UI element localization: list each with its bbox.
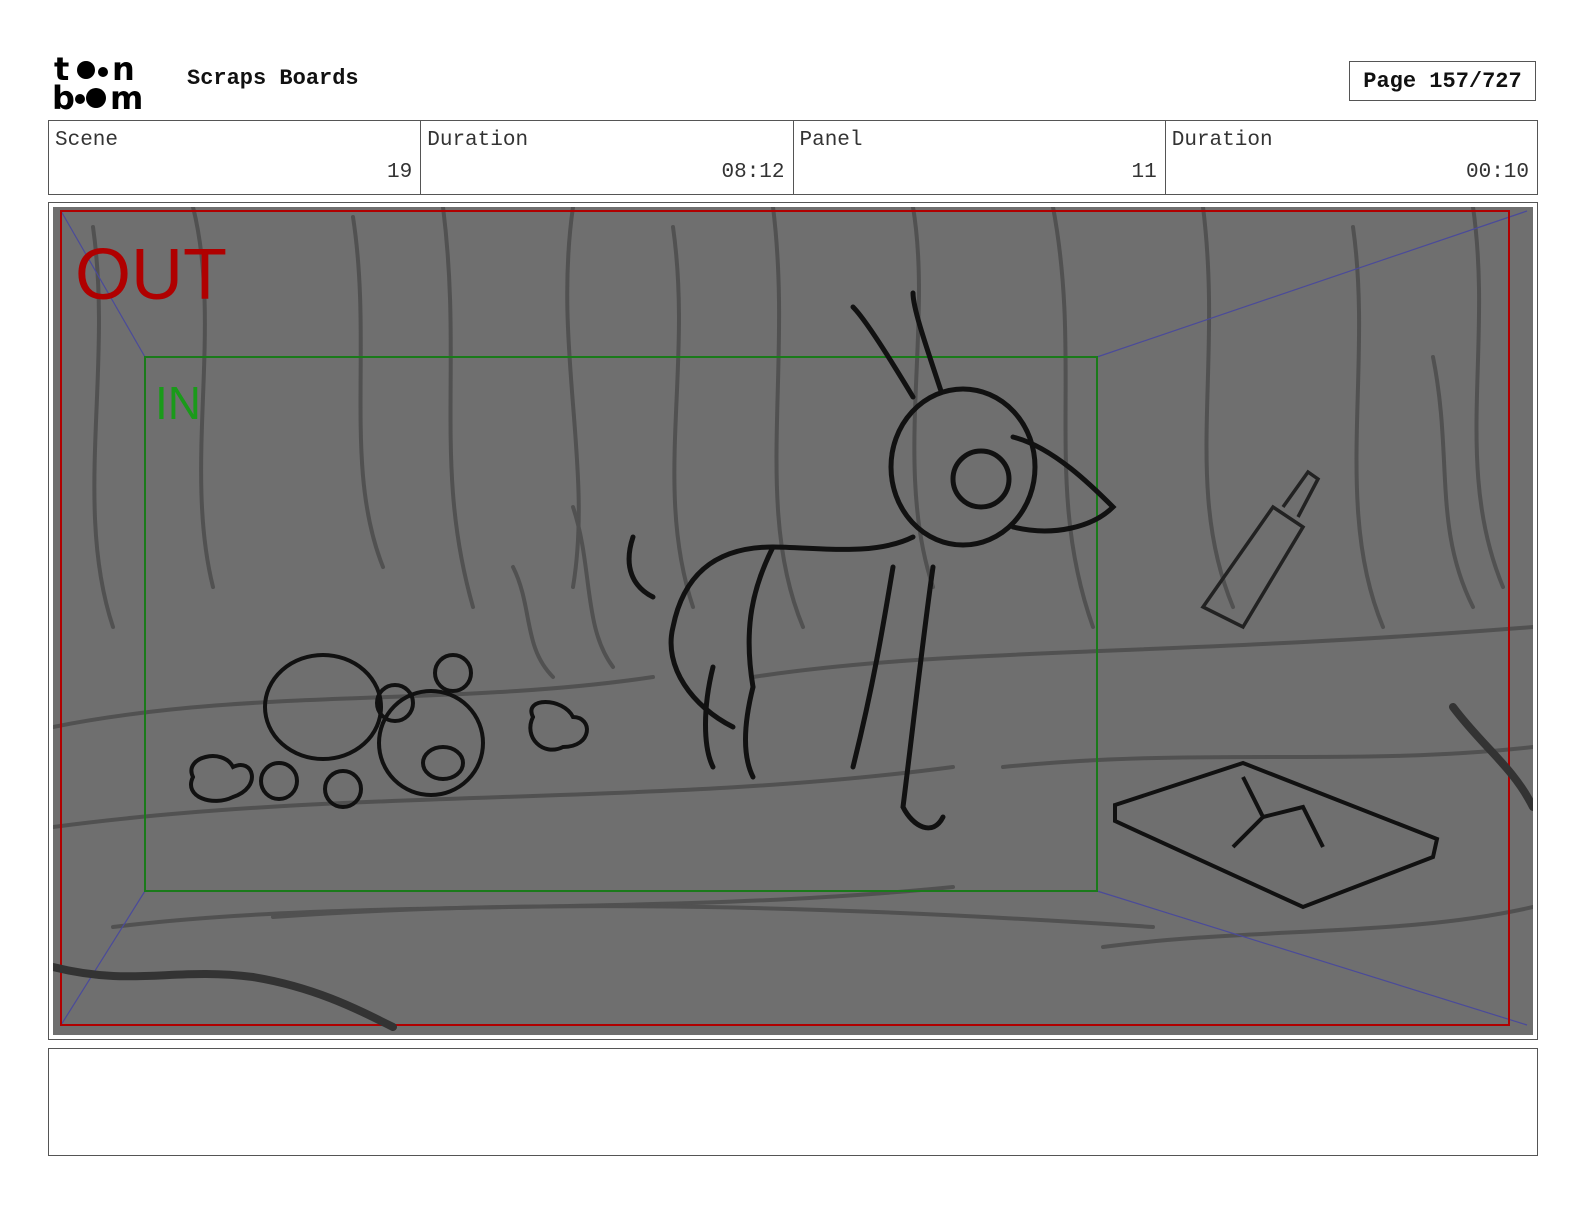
scene-info-table: Scene 19 Duration 08:12 Panel 11 Duratio… [48,120,1538,195]
scene-duration-cell: Duration 08:12 [421,121,794,194]
scene-value: 19 [387,161,413,184]
panel-value: 11 [1131,161,1157,184]
scene-duration-value: 08:12 [721,161,785,184]
out-label: OUT [75,235,227,315]
panel-cell: Panel 11 [794,121,1166,194]
panel-duration-value: 00:10 [1465,161,1529,184]
toonboom-logo: t n b m [50,52,168,112]
in-label: IN [155,377,201,429]
panel-notes [48,1048,1538,1156]
panel-duration-label: Duration [1171,129,1273,152]
scene-duration-label: Duration [427,129,529,152]
page-indicator: Page 157/727 [1349,61,1536,101]
svg-text:m: m [110,79,143,112]
scene-cell: Scene 19 [49,121,422,194]
storyboard-panel: OUT IN [48,202,1538,1040]
scene-label: Scene [55,129,119,152]
panel-duration-cell: Duration 00:10 [1166,121,1537,194]
sketch-canvas: OUT IN [53,207,1533,1035]
svg-text:b: b [52,79,75,112]
project-title: Scraps Boards [187,66,359,91]
panel-drawing: OUT IN [53,207,1533,1035]
panel-label: Panel [799,129,863,152]
